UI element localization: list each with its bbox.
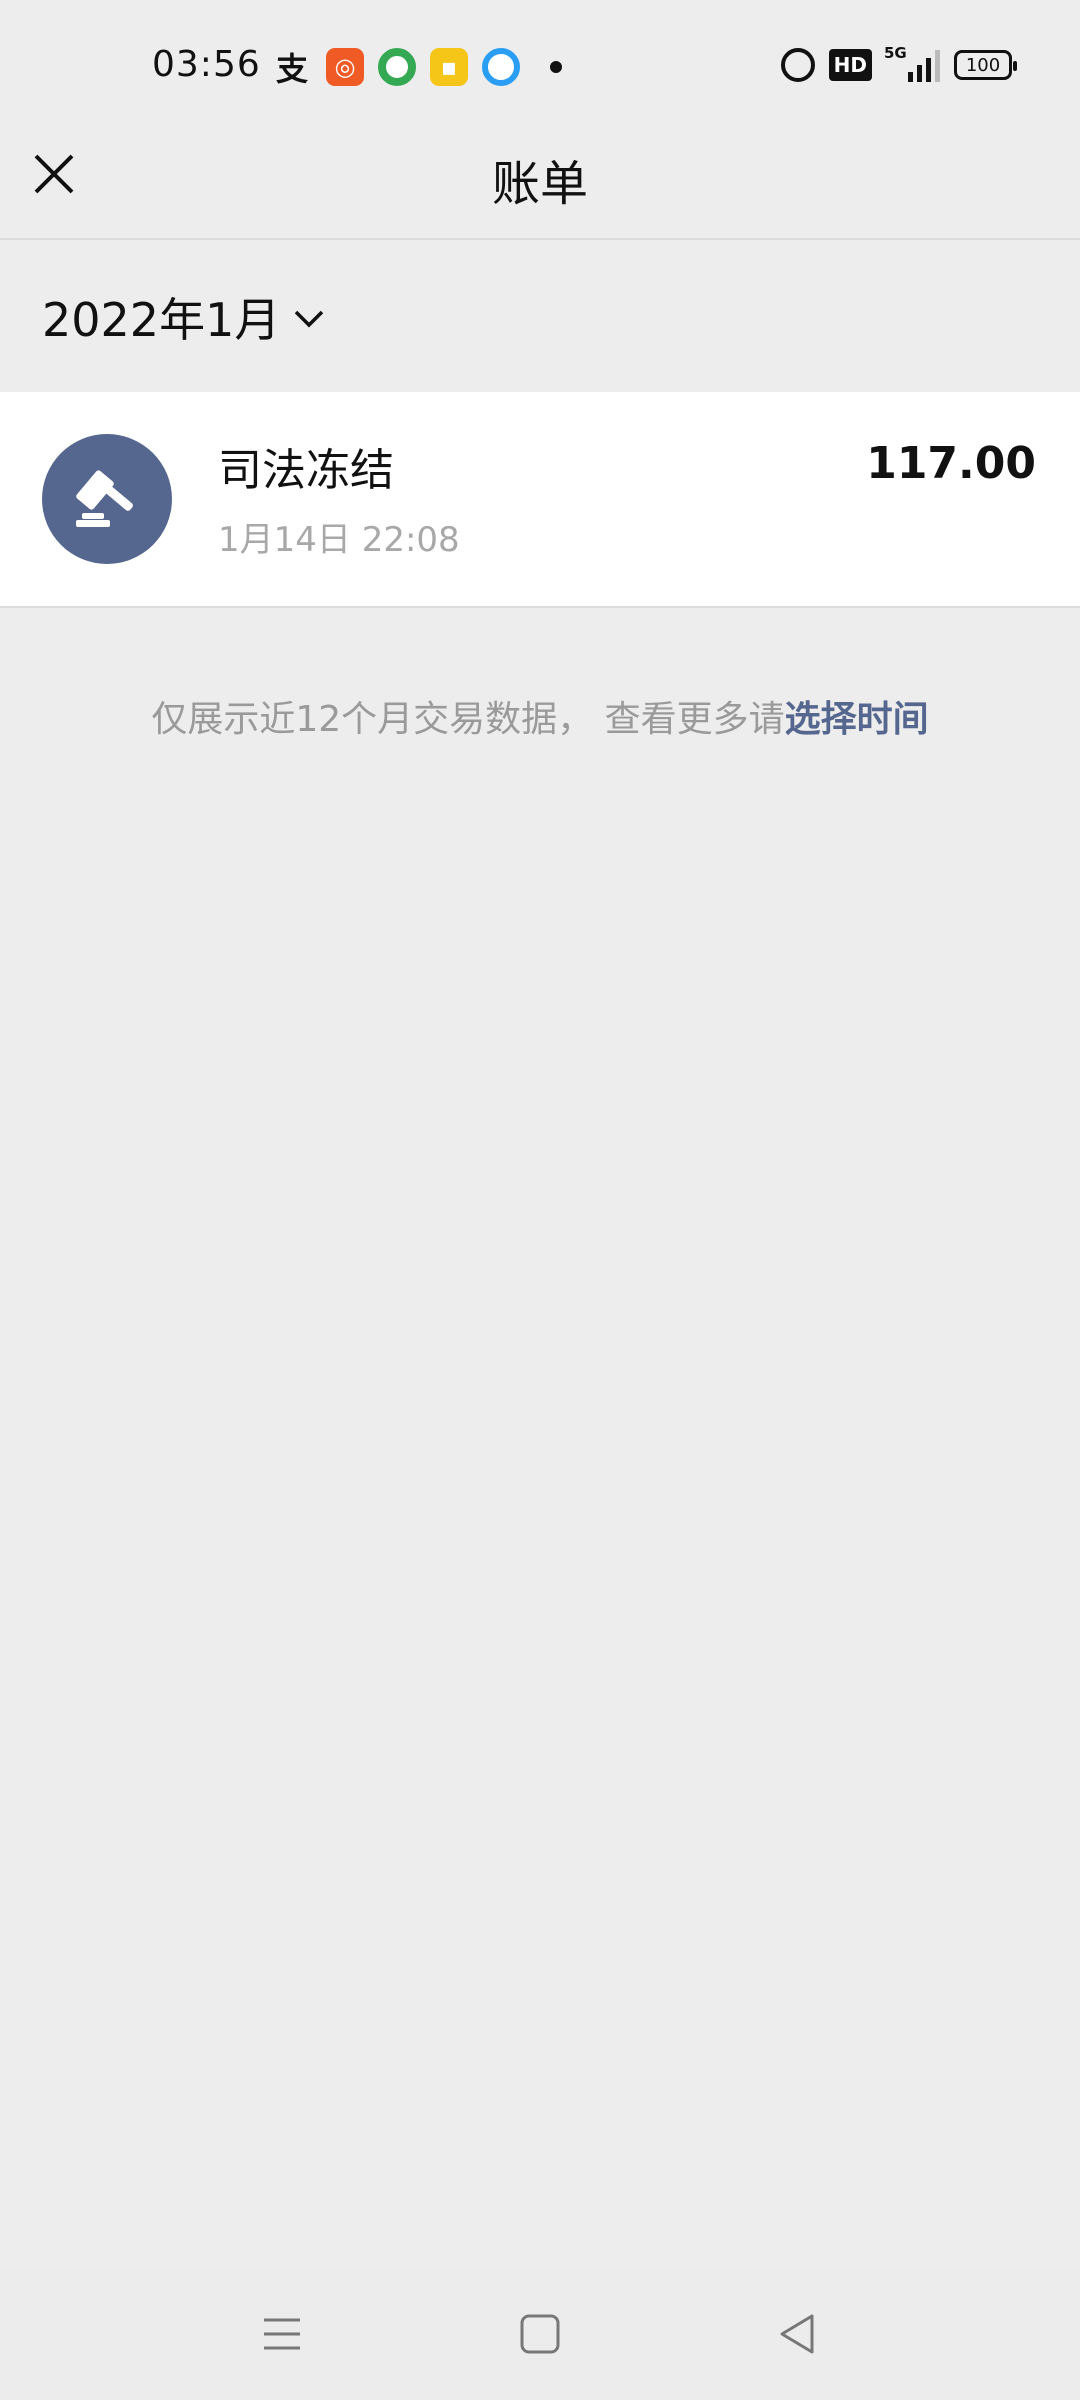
browser-icon <box>482 48 520 86</box>
alipay-icon: 支 <box>275 50 308 88</box>
hd-icon: HD <box>828 49 872 81</box>
home-icon <box>520 2314 560 2354</box>
network-type-label: 5G <box>884 44 907 62</box>
title-bar: 账单 <box>0 136 1080 240</box>
bill-time: 1月14日 22:08 <box>218 520 460 560</box>
footer-note: 仅展示近12个月交易数据， 查看更多请选择时间 <box>0 690 1080 742</box>
back-button[interactable] <box>772 2308 824 2360</box>
navigation-bar <box>0 2270 1080 2400</box>
month-picker[interactable]: 2022年1月 <box>42 284 326 350</box>
notification-icons: 支 ◎ ▪ <box>272 48 562 88</box>
alarm-icon <box>780 48 815 82</box>
page-title: 账单 <box>491 156 588 212</box>
status-time: 03:56 <box>152 44 261 85</box>
bill-amount: 117.00 <box>866 438 1036 489</box>
month-filter: 2022年1月 <box>0 240 1080 392</box>
bill-avatar <box>42 434 172 564</box>
gavel-icon <box>76 470 133 527</box>
status-bar: 03:56 支 ◎ ▪ HD 5G 100 <box>0 0 1080 136</box>
footer-note-text: 仅展示近12个月交易数据， 查看更多请 <box>151 699 785 740</box>
kuaishou-icon: ◎ <box>326 48 364 86</box>
more-notifications-dot-icon <box>550 61 562 73</box>
bill-item[interactable]: 司法冻结 1月14日 22:08 117.00 <box>0 392 1080 606</box>
menu-icon <box>264 2318 300 2350</box>
bill-title: 司法冻结 <box>218 445 394 496</box>
select-time-link[interactable]: 选择时间 <box>785 699 929 740</box>
notes-app-icon: ▪ <box>430 48 468 86</box>
back-icon <box>780 2314 814 2354</box>
battery-icon: 100 <box>954 50 1017 80</box>
bill-list: 司法冻结 1月14日 22:08 117.00 <box>0 392 1080 608</box>
month-label: 2022年1月 <box>42 293 281 347</box>
recent-apps-button[interactable] <box>256 2308 308 2360</box>
chrome-icon <box>378 48 416 86</box>
home-button[interactable] <box>514 2308 566 2360</box>
system-icons: HD 5G 100 <box>780 44 1017 82</box>
chevron-down-icon <box>292 294 326 340</box>
signal-icon: 5G <box>884 44 940 82</box>
